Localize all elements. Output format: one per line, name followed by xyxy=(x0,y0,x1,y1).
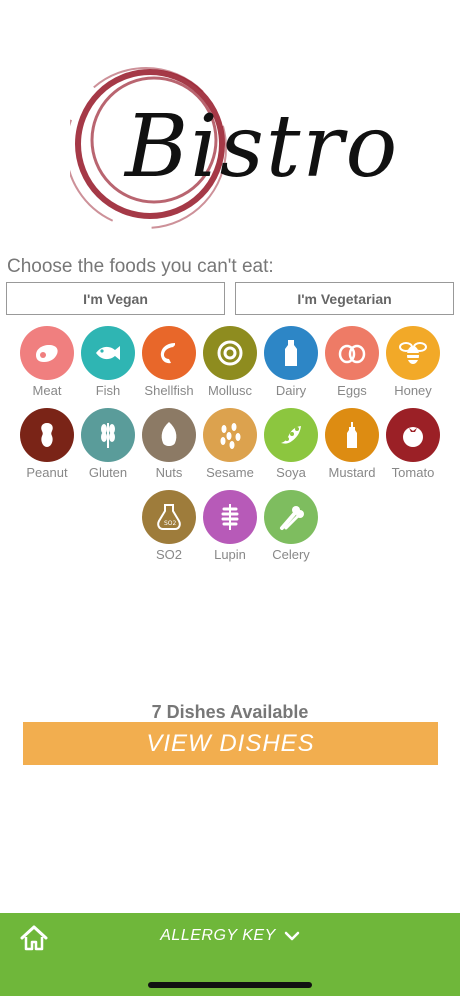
allergen-label: Gluten xyxy=(88,465,128,480)
allergen-meat[interactable]: Meat xyxy=(17,326,78,398)
allergen-tomato[interactable]: Tomato xyxy=(383,408,444,480)
diet-buttons: I'm Vegan I'm Vegetarian xyxy=(6,282,454,315)
allergen-label: Honey xyxy=(394,383,432,398)
meat-icon xyxy=(20,326,74,380)
bee-icon xyxy=(386,326,440,380)
tomato-icon xyxy=(386,408,440,462)
lupin-icon xyxy=(203,490,257,544)
allergen-nuts[interactable]: Nuts xyxy=(139,408,200,480)
allergen-label: Sesame xyxy=(206,465,254,480)
allergen-mustard[interactable]: Mustard xyxy=(322,408,383,480)
chevron-down-icon xyxy=(284,931,299,941)
so2-flask-icon: SO2 xyxy=(142,490,196,544)
dishes-available-count: 7 Dishes Available xyxy=(151,702,309,722)
allergen-prompt: Choose the foods you can't eat: xyxy=(7,256,274,277)
allergen-celery[interactable]: Celery xyxy=(261,490,322,562)
fish-icon xyxy=(81,326,135,380)
allergen-label: Mustard xyxy=(328,465,376,480)
allergen-label: Celery xyxy=(272,547,310,562)
allergen-label: Soya xyxy=(276,465,306,480)
allergen-shellfish[interactable]: Shellfish xyxy=(139,326,200,398)
allergen-lupin[interactable]: Lupin xyxy=(200,490,261,562)
allergen-label: Dairy xyxy=(275,383,307,398)
mustard-bottle-icon xyxy=(325,408,379,462)
allergen-label: Meat xyxy=(32,383,62,398)
allergen-mollusc[interactable]: Mollusc xyxy=(200,326,261,398)
allergen-label: Peanut xyxy=(26,465,68,480)
snail-icon xyxy=(203,326,257,380)
allergen-so2[interactable]: SO2 SO2 xyxy=(139,490,200,562)
home-indicator xyxy=(148,982,312,988)
svg-text:SO2: SO2 xyxy=(164,520,177,527)
celery-icon xyxy=(264,490,318,544)
allergy-key-label: ALLERGY KEY xyxy=(160,927,276,944)
view-dishes-button[interactable]: VIEW DISHES xyxy=(23,722,438,765)
allergen-soya[interactable]: Soya xyxy=(261,408,322,480)
allergen-label: Tomato xyxy=(391,465,435,480)
soy-pod-icon xyxy=(264,408,318,462)
bottom-bar: ALLERGY KEY xyxy=(0,913,460,996)
wheat-icon xyxy=(81,408,135,462)
allergen-dairy[interactable]: Dairy xyxy=(261,326,322,398)
allergen-gluten[interactable]: Gluten xyxy=(78,408,139,480)
bistro-logo: Bistro xyxy=(65,52,400,232)
allergen-label: Shellfish xyxy=(144,383,194,398)
allergy-key-toggle[interactable]: ALLERGY KEY xyxy=(0,927,460,945)
allergen-sesame[interactable]: Sesame xyxy=(200,408,261,480)
allergen-label: Fish xyxy=(95,383,121,398)
allergen-peanut[interactable]: Peanut xyxy=(17,408,78,480)
shrimp-icon xyxy=(142,326,196,380)
milk-bottle-icon xyxy=(264,326,318,380)
vegetarian-button[interactable]: I'm Vegetarian xyxy=(235,282,454,315)
allergen-eggs[interactable]: Eggs xyxy=(322,326,383,398)
logo-text: Bistro xyxy=(125,97,400,197)
sesame-icon xyxy=(203,408,257,462)
vegan-button[interactable]: I'm Vegan xyxy=(6,282,225,315)
allergen-label: Lupin xyxy=(214,547,246,562)
allergen-label: Nuts xyxy=(155,465,183,480)
allergen-honey[interactable]: Honey xyxy=(383,326,444,398)
allergen-grid: Meat Fish Shellfish Mollusc Dairy Eggs H… xyxy=(16,326,444,562)
eggs-icon xyxy=(325,326,379,380)
peanut-icon xyxy=(20,408,74,462)
almond-icon xyxy=(142,408,196,462)
allergen-label: Eggs xyxy=(337,383,367,398)
allergen-label: SO2 xyxy=(155,547,182,562)
allergen-label: Mollusc xyxy=(207,383,253,398)
allergen-fish[interactable]: Fish xyxy=(78,326,139,398)
